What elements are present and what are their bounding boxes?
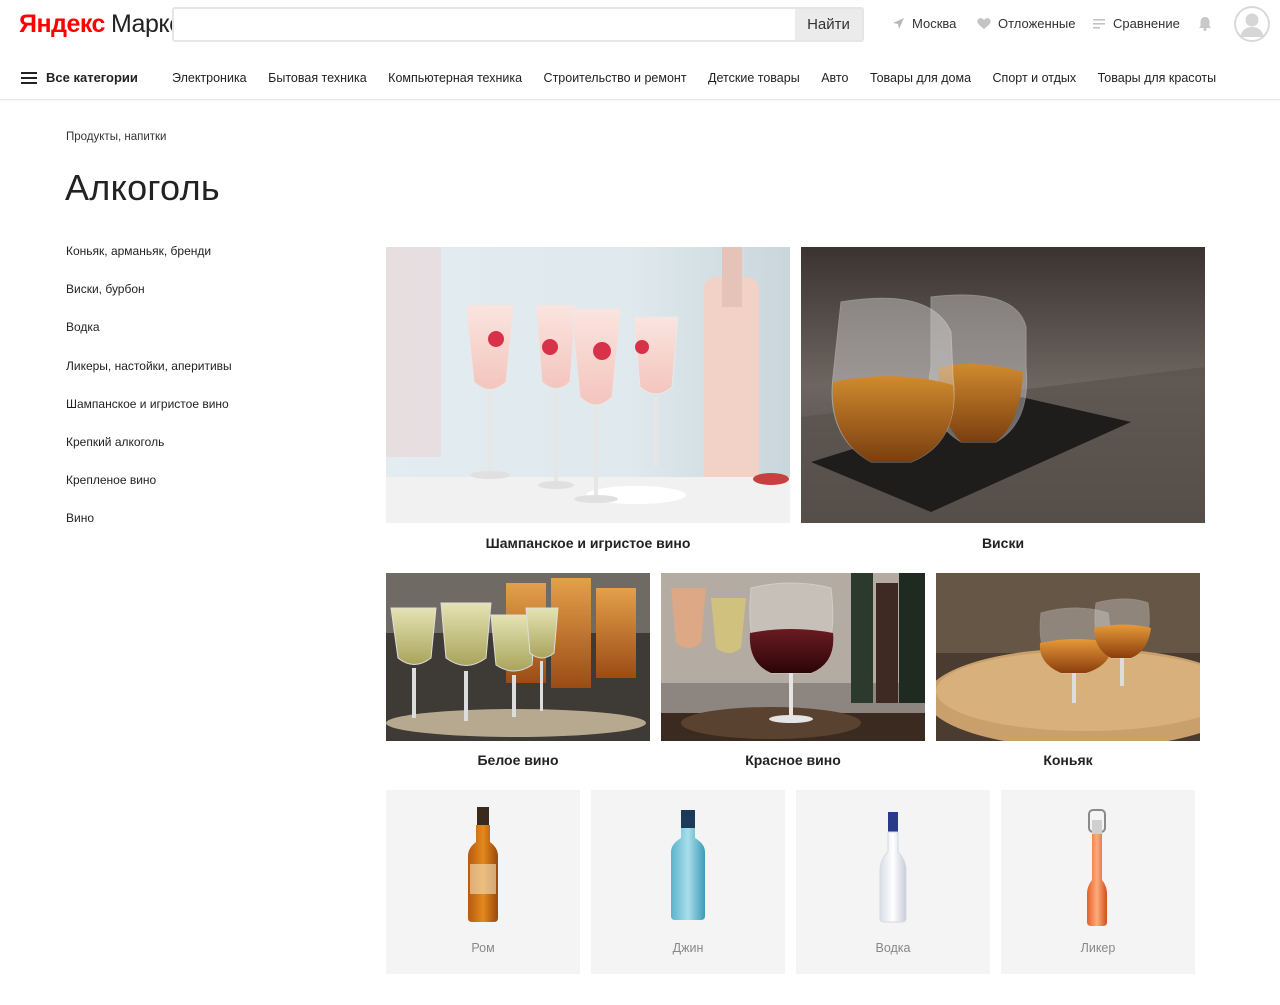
product-label-liqueur: Ликер xyxy=(1080,941,1116,955)
yandex-market-logo[interactable]: Яндекс Маркет xyxy=(19,10,193,38)
location-link[interactable]: Москва xyxy=(892,16,956,31)
avatar-icon[interactable] xyxy=(1234,6,1270,42)
all-categories-button[interactable]: Все категории xyxy=(21,70,138,85)
heart-icon xyxy=(977,18,991,29)
cognac-glasses-image xyxy=(936,573,1200,741)
tile-caption-white-wine[interactable]: Белое вино xyxy=(386,752,650,768)
white-wine-glasses-image xyxy=(386,573,650,741)
nav-link-computers[interactable]: Компьютерная техника xyxy=(388,71,522,85)
product-tile-gin[interactable]: Джин xyxy=(591,790,785,974)
product-label-gin: Джин xyxy=(672,941,704,955)
red-wine-glass-image xyxy=(661,573,925,741)
nav-link-construction[interactable]: Строительство и ремонт xyxy=(544,71,687,85)
burger-icon xyxy=(21,71,37,84)
sidebar-item-champagne[interactable]: Шампанское и игристое вино xyxy=(66,397,232,435)
sidebar-item-whisky[interactable]: Виски, бурбон xyxy=(66,282,232,320)
favorites-label: Отложенные xyxy=(998,16,1076,31)
champagne-glasses-image xyxy=(386,247,790,523)
tile-caption-red-wine[interactable]: Красное вино xyxy=(661,752,925,768)
liqueur-bottle-image xyxy=(1087,809,1107,926)
tile-caption-champagne[interactable]: Шампанское и игристое вино xyxy=(386,535,790,551)
sidebar-category-list: Коньяк, арманьяк, бренди Виски, бурбон В… xyxy=(66,244,232,550)
nav-link-home[interactable]: Товары для дома xyxy=(870,71,971,85)
bell-icon[interactable] xyxy=(1198,16,1212,31)
nav-link-sport[interactable]: Спорт и отдых xyxy=(993,71,1077,85)
location-label: Москва xyxy=(912,16,957,31)
tile-white-wine[interactable] xyxy=(386,573,650,741)
tile-red-wine[interactable] xyxy=(661,573,925,741)
tile-caption-whisky[interactable]: Виски xyxy=(801,535,1205,551)
category-nav: Все категории Электроника Бытовая техник… xyxy=(0,56,1280,100)
search-box: Найти xyxy=(172,7,864,42)
sidebar-item-vodka[interactable]: Водка xyxy=(66,320,232,358)
tile-whisky[interactable] xyxy=(801,247,1205,523)
product-tile-rum[interactable]: Ром xyxy=(386,790,580,974)
product-label-vodka: Водка xyxy=(875,941,911,955)
tile-champagne[interactable] xyxy=(386,247,790,523)
nav-links: Электроника Бытовая техника Компьютерная… xyxy=(172,71,1238,85)
product-tile-vodka[interactable]: Водка xyxy=(796,790,990,974)
sidebar-item-cognac[interactable]: Коньяк, арманьяк, бренди xyxy=(66,244,232,282)
compare-label: Сравнение xyxy=(1113,16,1180,31)
sidebar-item-strong-alcohol[interactable]: Крепкий алкоголь xyxy=(66,435,232,473)
nav-link-auto[interactable]: Авто xyxy=(821,71,848,85)
tile-cognac[interactable] xyxy=(936,573,1200,741)
nav-link-appliances[interactable]: Бытовая техника xyxy=(268,71,367,85)
vodka-bottle-image xyxy=(879,812,907,923)
location-arrow-icon xyxy=(893,18,904,29)
top-header: Яндекс Маркет Найти Москва Отложенные Сра… xyxy=(0,0,1280,48)
breadcrumb[interactable]: Продукты, напитки xyxy=(66,131,166,143)
product-tile-liqueur[interactable]: Ликер xyxy=(1001,790,1195,974)
sidebar-item-wine[interactable]: Вино xyxy=(66,511,232,549)
sidebar-item-liqueurs[interactable]: Ликеры, настойки, аперитивы xyxy=(66,359,232,397)
all-categories-label: Все категории xyxy=(46,70,138,85)
sidebar-item-fortified-wine[interactable]: Крепленое вино xyxy=(66,473,232,511)
whisky-glasses-image xyxy=(801,247,1205,523)
favorites-link[interactable]: Отложенные xyxy=(977,16,1075,31)
product-label-rum: Ром xyxy=(471,941,495,955)
compare-link[interactable]: Сравнение xyxy=(1093,16,1180,31)
nav-link-electronics[interactable]: Электроника xyxy=(172,71,247,85)
logo-brand: Яндекс xyxy=(19,10,105,38)
nav-link-beauty[interactable]: Товары для красоты xyxy=(1098,71,1216,85)
gin-bottle-image xyxy=(671,810,705,920)
tile-caption-cognac[interactable]: Коньяк xyxy=(936,752,1200,768)
rum-bottle-image xyxy=(468,807,498,922)
compare-list-icon xyxy=(1093,18,1105,29)
search-input[interactable] xyxy=(174,9,795,40)
search-button[interactable]: Найти xyxy=(795,9,862,40)
nav-link-kids[interactable]: Детские товары xyxy=(708,71,800,85)
page-title: Алкоголь xyxy=(65,167,220,208)
